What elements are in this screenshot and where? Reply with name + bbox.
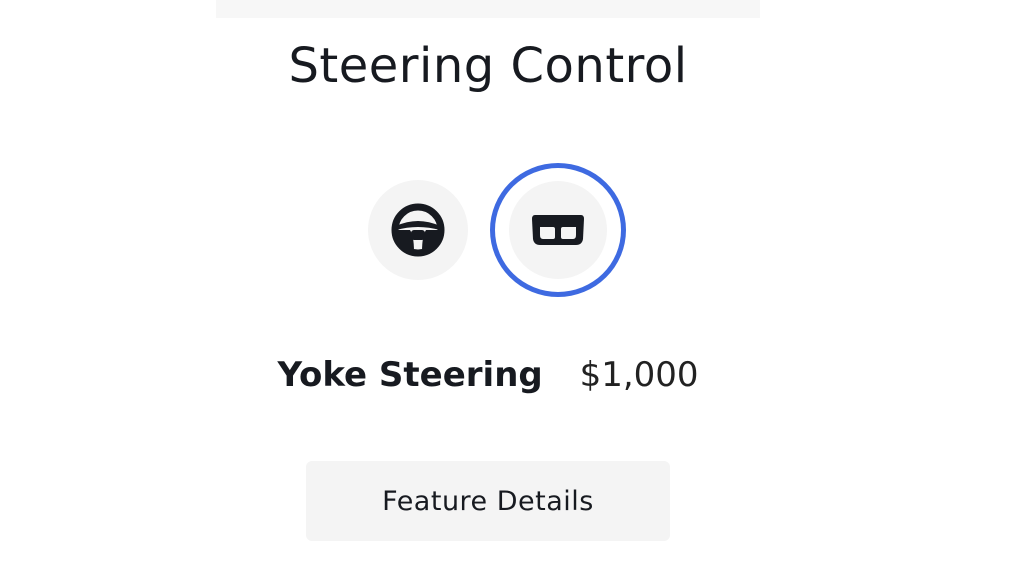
steering-wheel-icon	[391, 203, 445, 257]
yoke-option-inner	[509, 181, 607, 279]
section-title: Steering Control	[288, 38, 688, 94]
yoke-option[interactable]	[490, 163, 626, 297]
feature-details-button[interactable]: Feature Details	[306, 461, 670, 541]
yoke-icon	[532, 215, 584, 245]
steering-wheel-option[interactable]	[368, 180, 468, 280]
option-price: $1,000	[579, 355, 699, 395]
selected-option-label: Yoke Steering $1,000	[0, 352, 976, 398]
top-bar	[216, 0, 760, 18]
option-name: Yoke Steering	[277, 355, 543, 395]
